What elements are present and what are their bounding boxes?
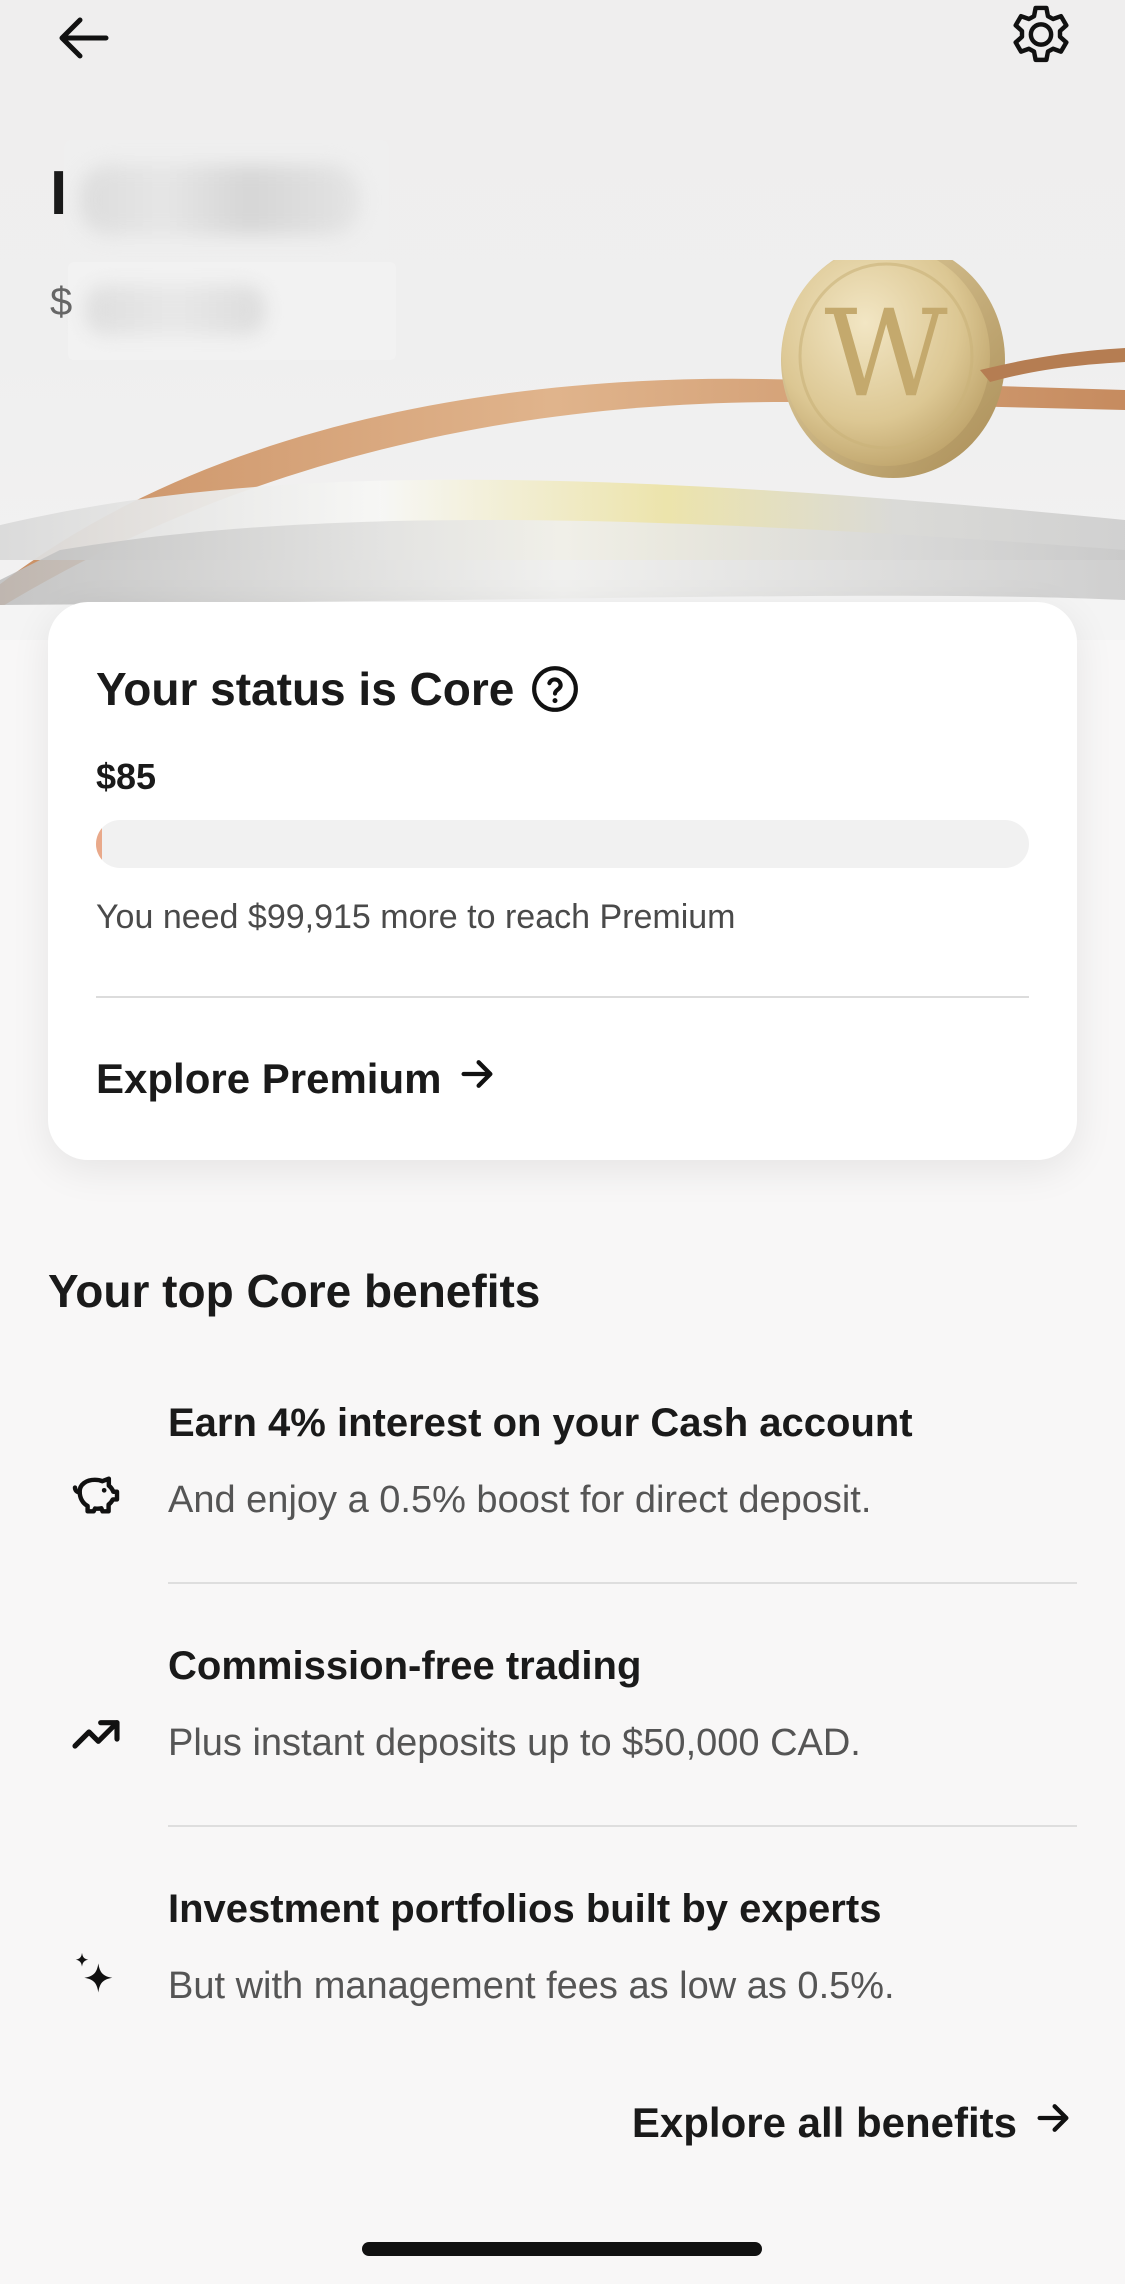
coin-letter: W [824, 285, 947, 424]
account-name: I [50, 159, 69, 228]
status-title: Your status is Core [96, 663, 515, 715]
hero-illustration: W [0, 260, 1125, 640]
status-card: Your status is Core $85 You need $99,915… [48, 602, 1077, 1160]
benefit-title: Commission-free trading [168, 1644, 642, 1688]
benefit-title: Investment portfolios built by experts [168, 1887, 882, 1931]
account-name-blur [80, 165, 360, 235]
explore-premium-link[interactable]: Explore Premium [96, 1054, 497, 1104]
sparkle-icon [66, 1945, 126, 2005]
question-circle-icon[interactable] [530, 664, 580, 714]
status-page: I $ W Your status is Core $85 You need $… [0, 0, 1125, 2284]
status-title-row: Your status is Core [96, 662, 580, 716]
piggy-bank-icon [66, 1465, 126, 1525]
hero-section: I $ W [0, 0, 1125, 640]
benefit-description: And enjoy a 0.5% boost for direct deposi… [168, 1479, 872, 1521]
status-note: You need $99,915 more to reach Premium [96, 898, 736, 936]
card-divider [96, 996, 1029, 998]
arrow-right-icon [441, 1054, 497, 1104]
benefits-title: Your top Core benefits [48, 1265, 541, 1317]
explore-premium-label: Explore Premium [96, 1055, 442, 1102]
benefit-divider [168, 1582, 1077, 1584]
benefit-divider [168, 1825, 1077, 1827]
benefit-item: Investment portfolios built by experts B… [0, 1881, 1125, 2081]
home-indicator[interactable] [362, 2242, 762, 2256]
benefit-description: Plus instant deposits up to $50,000 CAD. [168, 1722, 861, 1764]
benefit-title: Earn 4% interest on your Cash account [168, 1401, 913, 1445]
arrow-right-icon [1017, 2098, 1073, 2148]
benefit-item: Commission-free trading Plus instant dep… [0, 1638, 1125, 1838]
back-button[interactable] [44, 0, 124, 80]
explore-all-benefits-link[interactable]: Explore all benefits [632, 2098, 1073, 2148]
status-amount: $85 [96, 756, 157, 797]
benefit-description: But with management fees as low as 0.5%. [168, 1965, 895, 2007]
settings-button[interactable] [996, 0, 1086, 80]
gear-icon [1003, 0, 1079, 81]
premium-progress-bar [96, 820, 1029, 868]
arrow-left-icon [52, 6, 116, 75]
explore-all-benefits-label: Explore all benefits [631, 2099, 1017, 2146]
premium-progress-fill [96, 820, 102, 868]
benefit-item: Earn 4% interest on your Cash account An… [0, 1395, 1125, 1595]
trending-up-icon [66, 1702, 126, 1762]
